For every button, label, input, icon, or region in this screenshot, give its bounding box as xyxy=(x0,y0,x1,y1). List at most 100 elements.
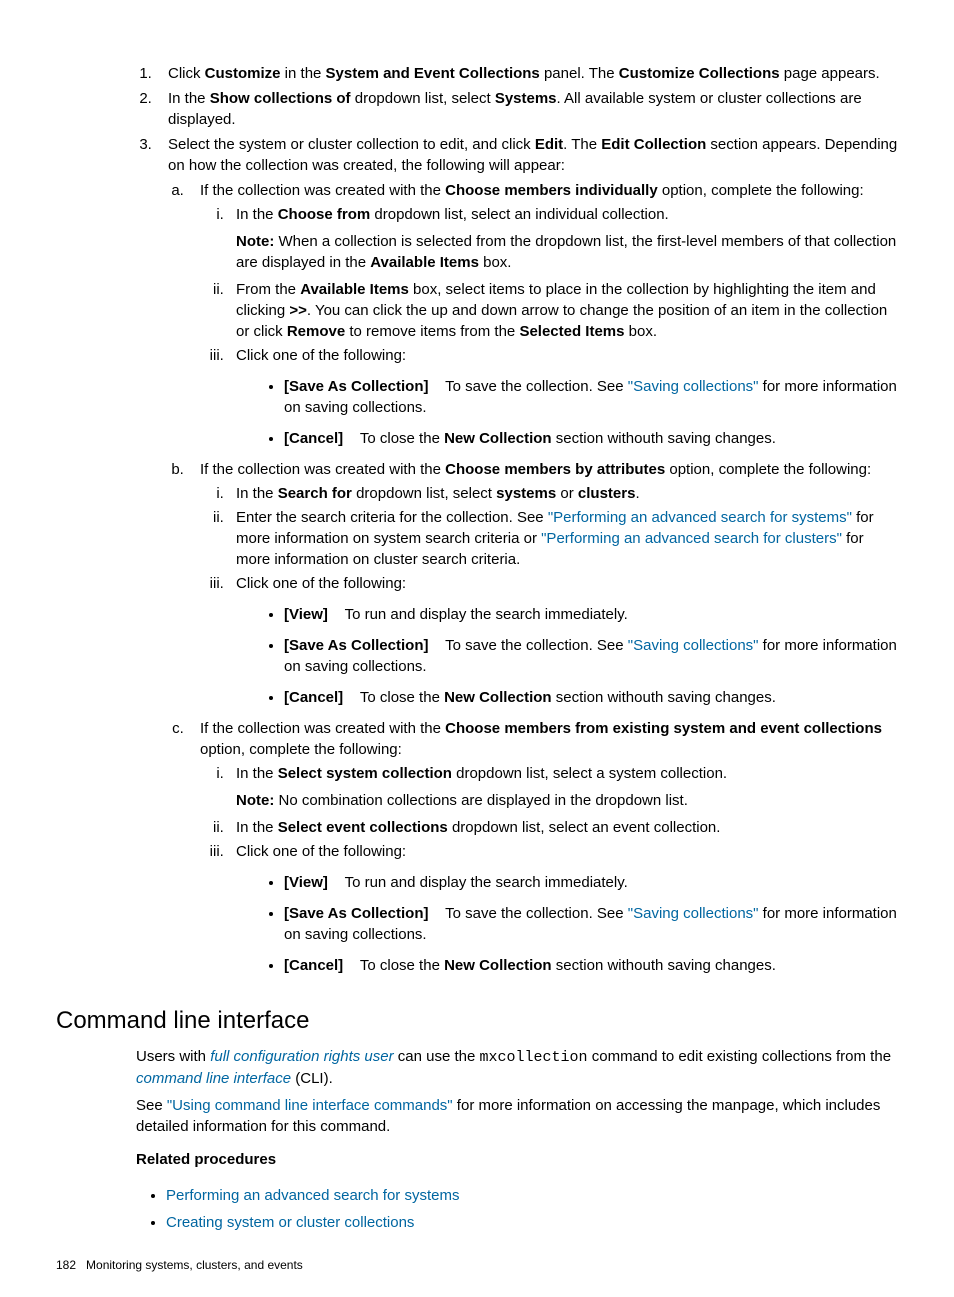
bold: Search for xyxy=(278,485,352,502)
text: In the xyxy=(236,765,278,782)
text: option, complete the following: xyxy=(200,741,402,758)
text: . The xyxy=(563,136,601,153)
link-adv-search-systems[interactable]: "Performing an advanced search for syste… xyxy=(548,509,852,526)
text: To save the collection. See xyxy=(445,905,628,922)
related-item-2: Creating system or cluster collections xyxy=(166,1212,898,1233)
item-b: If the collection was created with the C… xyxy=(188,459,898,708)
bold: Systems xyxy=(495,90,557,107)
bold: Select system collection xyxy=(278,765,452,782)
bold: clusters xyxy=(578,485,636,502)
step-2: In the Show collections of dropdown list… xyxy=(156,88,898,130)
bold: Choose members from existing system and … xyxy=(445,720,882,737)
text: or xyxy=(556,485,578,502)
cli-paragraph-1: Users with full configuration rights use… xyxy=(136,1046,898,1089)
text: section withouth saving changes. xyxy=(552,430,776,447)
bold: Choose members individually xyxy=(445,182,658,199)
bold: Available Items xyxy=(300,281,409,298)
cli-heading: Command line interface xyxy=(56,1004,898,1038)
related-procedures-heading: Related procedures xyxy=(136,1149,898,1170)
bold: Choose from xyxy=(278,206,371,223)
bold: Remove xyxy=(287,323,345,340)
bullets-b: [View] To run and display the search imm… xyxy=(236,604,898,708)
text: (CLI). xyxy=(291,1070,333,1087)
save-bullet: [Save As Collection] To save the collect… xyxy=(284,903,898,945)
text: In the xyxy=(236,485,278,502)
note-a: Note: When a collection is selected from… xyxy=(236,231,898,273)
text: If the collection was created with the xyxy=(200,461,445,478)
text: To run and display the search immediatel… xyxy=(345,874,628,891)
text: dropdown list, select xyxy=(352,485,496,502)
c-iii: Click one of the following: [View] To ru… xyxy=(228,841,898,976)
text: to remove items from the xyxy=(345,323,519,340)
bold: New Collection xyxy=(444,689,552,706)
bold: Select event collections xyxy=(278,819,448,836)
bold: Show collections of xyxy=(210,90,351,107)
link-saving-collections[interactable]: "Saving collections" xyxy=(628,905,759,922)
text: Click one of the following: xyxy=(236,575,406,592)
link-related-1[interactable]: Performing an advanced search for system… xyxy=(166,1187,459,1204)
link-cli-commands[interactable]: "Using command line interface commands" xyxy=(167,1097,453,1114)
a-ii: From the Available Items box, select ite… xyxy=(228,279,898,342)
text: Select the system or cluster collection … xyxy=(168,136,535,153)
save-bullet: [Save As Collection] To save the collect… xyxy=(284,635,898,677)
code-command: mxcollection xyxy=(480,1049,588,1066)
text: box. xyxy=(625,323,658,340)
glossary-term[interactable]: command line interface xyxy=(136,1070,291,1087)
bold: Choose members by attributes xyxy=(445,461,665,478)
view-bullet: [View] To run and display the search imm… xyxy=(284,872,898,893)
text: To save the collection. See xyxy=(445,637,628,654)
bold: systems xyxy=(496,485,556,502)
link-saving-collections[interactable]: "Saving collections" xyxy=(628,637,759,654)
text: Users with xyxy=(136,1048,210,1065)
bold: Related procedures xyxy=(136,1151,276,1168)
link-saving-collections[interactable]: "Saving collections" xyxy=(628,378,759,395)
numbered-steps: Click Customize in the System and Event … xyxy=(136,63,898,976)
alpha-list: If the collection was created with the C… xyxy=(168,180,898,976)
cli-paragraph-2: See "Using command line interface comman… xyxy=(136,1095,898,1137)
text: From the xyxy=(236,281,300,298)
text: To close the xyxy=(360,430,444,447)
text: In the xyxy=(168,90,210,107)
text: See xyxy=(136,1097,167,1114)
text: command to edit existing collections fro… xyxy=(588,1048,891,1065)
text: option, complete the following: xyxy=(665,461,871,478)
view-bullet: [View] To run and display the search imm… xyxy=(284,604,898,625)
bold: Selected Items xyxy=(519,323,624,340)
link-adv-search-clusters[interactable]: "Performing an advanced search for clust… xyxy=(541,530,842,547)
action-label: [Save As Collection] xyxy=(284,637,428,654)
text: Click one of the following: xyxy=(236,347,406,364)
text: option, complete the following: xyxy=(658,182,864,199)
link-related-2[interactable]: Creating system or cluster collections xyxy=(166,1214,414,1231)
bold: Customize xyxy=(205,65,281,82)
action-label: [Cancel] xyxy=(284,957,343,974)
bold: New Collection xyxy=(444,957,552,974)
related-item-1: Performing an advanced search for system… xyxy=(166,1185,898,1206)
bullets-c: [View] To run and display the search imm… xyxy=(236,872,898,976)
text: dropdown list, select xyxy=(351,90,495,107)
bullets-a: [Save As Collection] To save the collect… xyxy=(236,376,898,449)
text: section withouth saving changes. xyxy=(552,689,776,706)
text: box. xyxy=(479,254,512,271)
c-ii: In the Select event collections dropdown… xyxy=(228,817,898,838)
action-label: [View] xyxy=(284,606,328,623)
a-iii: Click one of the following: [Save As Col… xyxy=(228,345,898,449)
text: dropdown list, select a system collectio… xyxy=(452,765,727,782)
bold: >> xyxy=(289,302,307,319)
text: No combination collections are displayed… xyxy=(274,792,688,809)
a-i: In the Choose from dropdown list, select… xyxy=(228,204,898,273)
text: . xyxy=(635,485,639,502)
text: dropdown list, select an individual coll… xyxy=(370,206,669,223)
roman-list-c: In the Select system collection dropdown… xyxy=(200,763,898,976)
chapter-title: Monitoring systems, clusters, and events xyxy=(86,1258,303,1272)
bold: Available Items xyxy=(370,254,479,271)
text: Click one of the following: xyxy=(236,843,406,860)
text: Enter the search criteria for the collec… xyxy=(236,509,548,526)
glossary-term[interactable]: full configuration rights user xyxy=(210,1048,393,1065)
text: If the collection was created with the xyxy=(200,182,445,199)
text: To save the collection. See xyxy=(445,378,628,395)
cancel-bullet: [Cancel] To close the New Collection sec… xyxy=(284,687,898,708)
related-procedures-list: Performing an advanced search for system… xyxy=(136,1185,898,1233)
save-bullet: [Save As Collection] To save the collect… xyxy=(284,376,898,418)
item-c: If the collection was created with the C… xyxy=(188,718,898,976)
bold: System and Event Collections xyxy=(326,65,540,82)
